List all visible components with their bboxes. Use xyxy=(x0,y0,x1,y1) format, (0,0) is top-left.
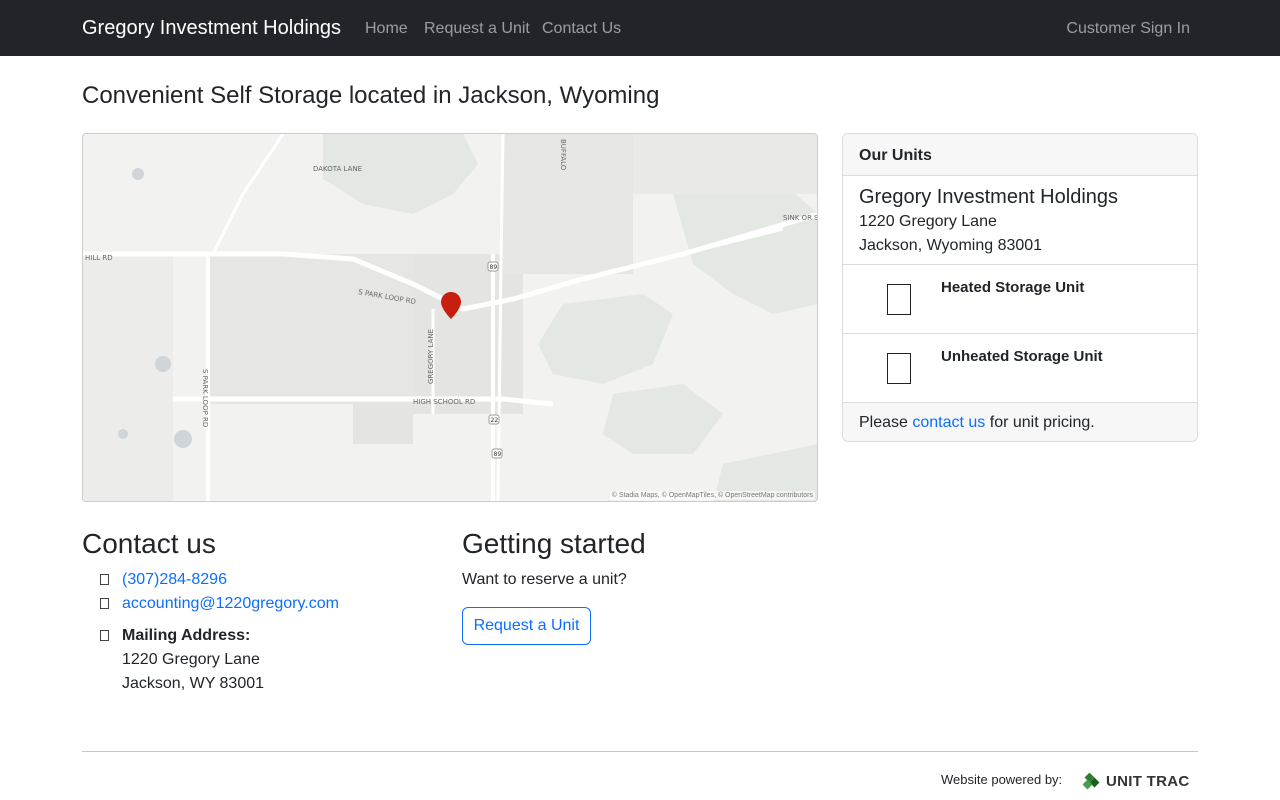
unit-name-unheated: Unheated Storage Unit xyxy=(941,348,1103,365)
facility-address-line2: Jackson, Wyoming 83001 xyxy=(859,237,1043,254)
mailing-address-line2: Jackson, WY 83001 xyxy=(122,675,265,692)
mailing-address-line1: 1220 Gregory Lane xyxy=(122,651,260,668)
contact-us-link[interactable]: contact us xyxy=(912,414,985,431)
phone-icon xyxy=(100,574,109,585)
pricing-note-prefix: Please xyxy=(859,414,908,431)
getting-started-title: Getting started xyxy=(462,528,646,559)
card-header-title: Our Units xyxy=(859,147,932,164)
our-units-card: Our Units Gregory Investment Holdings 12… xyxy=(842,133,1198,442)
map-label-dakota: DAKOTA LANE xyxy=(313,165,362,173)
map-label-high-school: HIGH SCHOOL RD xyxy=(413,398,475,406)
unit-trac-logo-icon xyxy=(1082,773,1100,790)
facility-info: Gregory Investment Holdings 1220 Gregory… xyxy=(843,176,1197,265)
route-shield-label: 89 xyxy=(490,264,498,271)
map-label-buffalo: BUFFALO xyxy=(559,139,567,171)
pricing-note-suffix: for unit pricing. xyxy=(989,414,1095,431)
unit-trac-logo-text: UNIT TRAC xyxy=(1106,773,1190,790)
brand-link[interactable]: Gregory Investment Holdings xyxy=(82,16,341,40)
route-shield-icon: 89 xyxy=(491,448,503,459)
map-label-sink-or-swim: SINK OR SWIM xyxy=(783,214,818,222)
phone-link[interactable]: (307)284-8296 xyxy=(122,569,227,591)
route-shield-icon: 89 xyxy=(487,261,499,272)
unit-row-heated[interactable]: Heated Storage Unit xyxy=(843,265,1197,334)
navbar: Gregory Investment Holdings Home Request… xyxy=(0,0,1280,56)
pricing-note: Please contact us for unit pricing. xyxy=(859,412,1095,434)
mailbox-icon xyxy=(100,630,109,641)
facility-name: Gregory Investment Holdings xyxy=(859,186,1119,208)
request-unit-button[interactable]: Request a Unit xyxy=(462,607,591,645)
getting-started-text: Want to reserve a unit? xyxy=(462,571,627,588)
mailing-address-label: Mailing Address: xyxy=(122,627,251,644)
route-shield-label: 22 xyxy=(491,417,499,424)
email-link[interactable]: accounting@1220gregory.com xyxy=(122,593,339,615)
nav-home-link[interactable]: Home xyxy=(365,19,408,39)
email-icon xyxy=(100,598,109,609)
unit-thumbnail-icon xyxy=(887,284,911,315)
nav-contact-link[interactable]: Contact Us xyxy=(542,19,621,39)
map-label-hill-rd: HILL RD xyxy=(85,254,113,262)
unit-name-heated: Heated Storage Unit xyxy=(941,279,1085,296)
unit-row-unheated[interactable]: Unheated Storage Unit xyxy=(843,334,1197,403)
facility-address-line1: 1220 Gregory Lane xyxy=(859,213,997,230)
map-label-gregory-lane: GREGORY LANE xyxy=(427,329,435,384)
nav-request-unit-link[interactable]: Request a Unit xyxy=(424,19,530,39)
customer-sign-in-link[interactable]: Customer Sign In xyxy=(1066,19,1190,39)
map-canvas: DAKOTA LANE S PARK LOOP RD GREGORY LANE … xyxy=(83,134,818,501)
powered-by-text: Website powered by: xyxy=(941,772,1063,787)
map-label-s-park-loop-2: S PARK LOOP RD xyxy=(201,369,209,427)
footer-divider xyxy=(82,751,1198,752)
contact-section-title: Contact us xyxy=(82,528,216,559)
unit-thumbnail-icon xyxy=(887,353,911,384)
card-footer: Please contact us for unit pricing. xyxy=(843,403,1197,441)
route-shield-label: 89 xyxy=(494,451,502,458)
unit-trac-logo[interactable]: UNIT TRAC xyxy=(1082,771,1196,793)
location-map[interactable]: DAKOTA LANE S PARK LOOP RD GREGORY LANE … xyxy=(82,133,818,502)
card-header: Our Units xyxy=(843,134,1197,176)
page-title: Convenient Self Storage located in Jacks… xyxy=(82,82,660,109)
map-attribution[interactable]: © Stadia Maps, © OpenMapTiles, © OpenStr… xyxy=(609,491,815,500)
route-shield-icon: 22 xyxy=(488,414,500,425)
